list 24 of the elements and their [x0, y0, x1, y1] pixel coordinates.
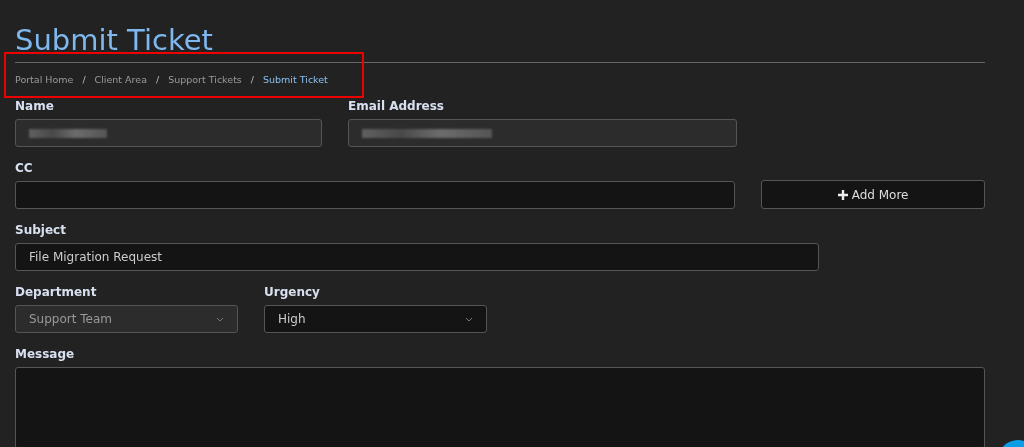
- breadcrumb-link[interactable]: Client Area: [94, 73, 147, 85]
- field-label: Department: [15, 285, 98, 299]
- field-label: Email Address: [348, 99, 445, 113]
- breadcrumb-separator: /: [250, 73, 254, 85]
- select-field[interactable]: High: [264, 305, 487, 333]
- field-label: Name: [15, 99, 55, 113]
- breadcrumb-separator: /: [82, 73, 86, 85]
- plus-icon: [837, 189, 848, 200]
- breadcrumb-link[interactable]: Support Tickets: [168, 73, 242, 85]
- chevron-down-icon: [465, 316, 473, 322]
- add-more-button[interactable]: Add More: [761, 180, 985, 209]
- input-field[interactable]: [15, 119, 322, 147]
- field-label: Urgency: [264, 285, 321, 299]
- input-field[interactable]: [15, 181, 736, 209]
- input-field[interactable]: File Migration Request: [15, 243, 819, 271]
- page-title: Submit Ticket: [15, 22, 214, 58]
- breadcrumb-link[interactable]: Portal Home: [15, 73, 74, 85]
- breadcrumb-link[interactable]: Submit Ticket: [263, 73, 328, 85]
- breadcrumb-separator: /: [155, 73, 160, 85]
- field-label: Subject: [15, 223, 67, 237]
- field-label: CC: [15, 161, 34, 175]
- chevron-down-icon: [216, 316, 224, 322]
- field-label: Message: [15, 347, 76, 361]
- input-field[interactable]: [348, 119, 737, 147]
